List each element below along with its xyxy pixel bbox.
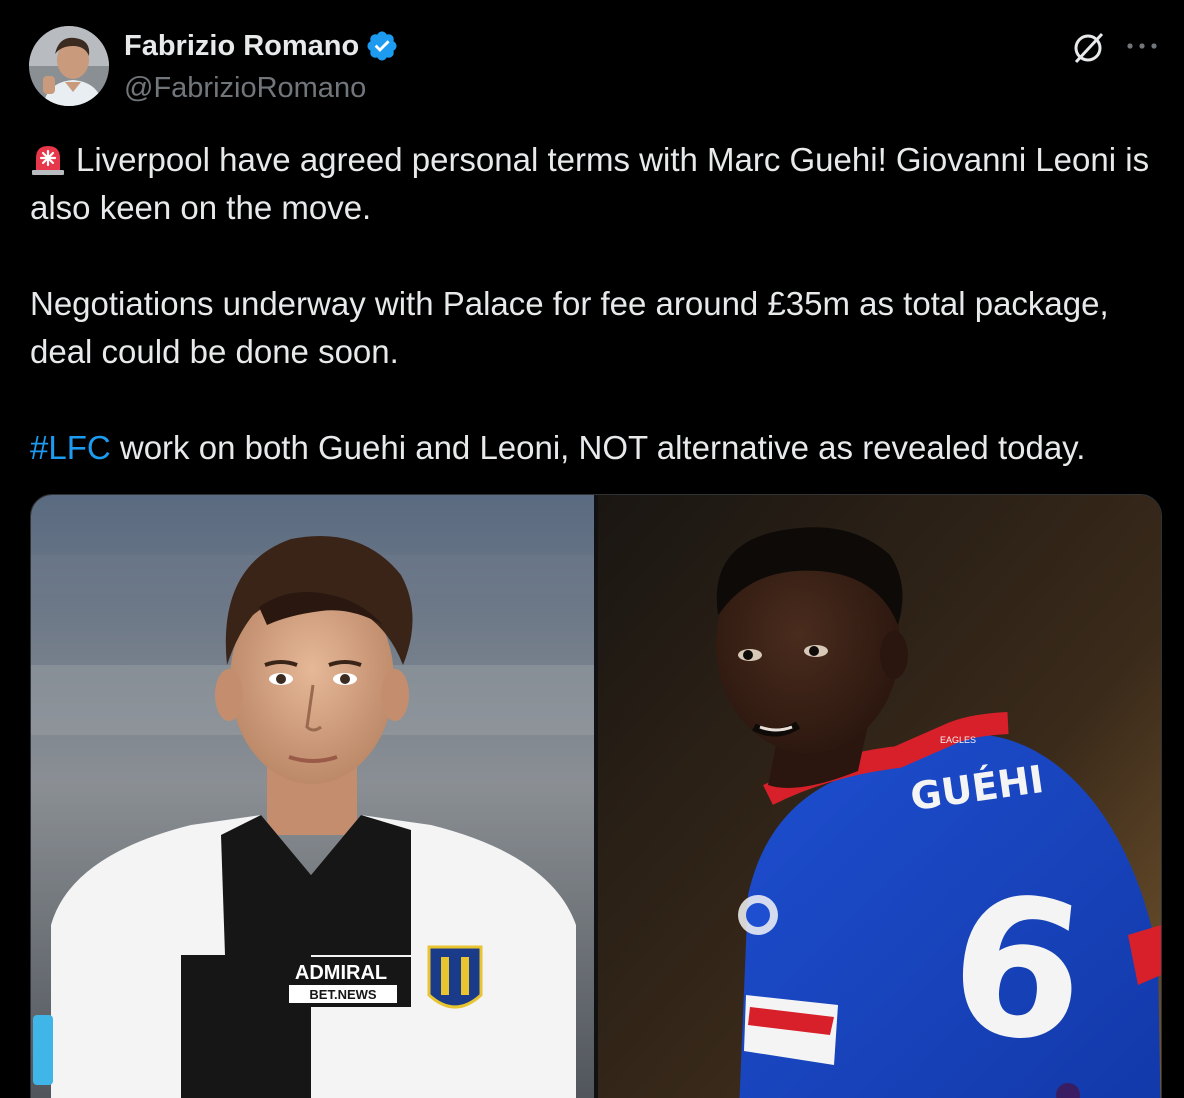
collar-text: EAGLES: [940, 735, 976, 745]
tweet-line-2: Negotiations underway with Palace for fe…: [30, 285, 1109, 370]
tweet-card: Fabrizio Romano @FabrizioRomano Liverpoo…: [0, 0, 1184, 1098]
sponsor-admiral: ADMIRAL: [295, 962, 387, 984]
verified-badge-icon: [367, 31, 397, 61]
crest-text: PARMA CALCIO: [429, 938, 482, 945]
tweet-paragraph-2: Negotiations underway with Palace for fe…: [30, 280, 1155, 376]
more-options-icon[interactable]: [1124, 32, 1160, 60]
siren-icon: [32, 146, 64, 175]
photo-leoni[interactable]: ADMIRAL BET.NEWS PARMA CALCIO: [31, 495, 594, 1098]
tweet-paragraph-3: #LFC work on both Guehi and Leoni, NOT a…: [30, 424, 1155, 472]
grok-icon[interactable]: [1070, 28, 1108, 66]
hashtag-link[interactable]: #LFC: [30, 429, 111, 466]
author-name-row[interactable]: Fabrizio Romano: [124, 28, 399, 64]
photo-guehi[interactable]: 6 GUÉHI EAGLES: [598, 495, 1161, 1098]
tweet-line-3: work on both Guehi and Leoni, NOT altern…: [110, 429, 1086, 466]
tweet-text: Liverpool have agreed personal terms wit…: [30, 136, 1155, 472]
media-grid: ADMIRAL BET.NEWS PARMA CALCIO 6 GUÉHI EA…: [30, 494, 1162, 1098]
author-name[interactable]: Fabrizio Romano: [124, 28, 359, 64]
sponsor-betnews: BET.NEWS: [309, 987, 377, 1002]
tweet-line-1: Liverpool have agreed personal terms wit…: [30, 141, 1150, 226]
tweet-paragraph-1: Liverpool have agreed personal terms wit…: [30, 136, 1155, 232]
author-handle[interactable]: @FabrizioRomano: [124, 70, 366, 106]
shirt-number: 6: [940, 853, 1095, 1087]
avatar[interactable]: [29, 26, 109, 106]
